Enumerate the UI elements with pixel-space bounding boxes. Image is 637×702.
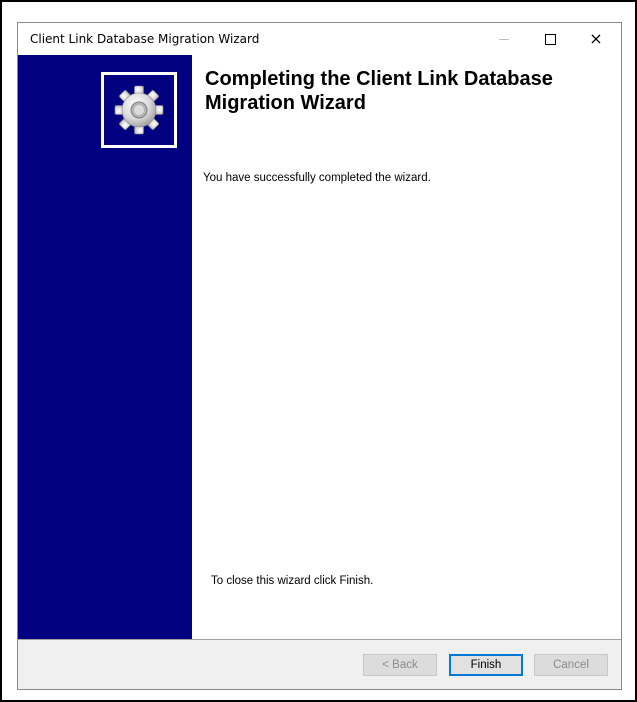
completion-message: You have successfully completed the wiza… (203, 172, 431, 184)
wizard-content: Completing the Client Link Database Migr… (192, 55, 621, 639)
close-instruction: To close this wizard click Finish. (211, 575, 374, 587)
close-button[interactable]: × (573, 23, 619, 55)
maximize-icon (544, 33, 556, 45)
close-icon: × (589, 29, 603, 48)
wizard-logo (101, 72, 177, 148)
window-title: Client Link Database Migration Wizard (30, 32, 260, 46)
back-button[interactable]: < Back (363, 654, 437, 676)
cancel-button[interactable]: Cancel (534, 654, 608, 676)
finish-button[interactable]: Finish (449, 654, 523, 676)
minimize-button[interactable] (481, 23, 527, 55)
minimize-icon (499, 38, 509, 40)
gear-icon (114, 85, 164, 135)
page-title: Completing the Client Link Database Migr… (205, 68, 553, 114)
wizard-window: Client Link Database Migration Wizard × (17, 22, 622, 690)
screenshot-frame: Client Link Database Migration Wizard × (0, 0, 637, 702)
button-bar: < Back Finish Cancel (18, 640, 621, 689)
maximize-button[interactable] (527, 23, 573, 55)
title-bar[interactable]: Client Link Database Migration Wizard × (18, 23, 621, 55)
wizard-banner (18, 55, 192, 639)
